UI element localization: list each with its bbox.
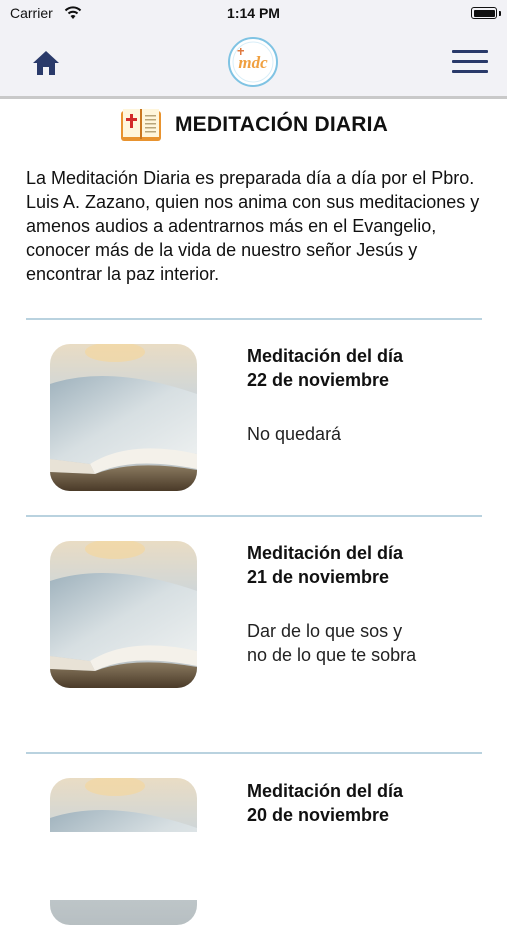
meditation-date: 20 de noviembre — [247, 805, 390, 825]
battery-icon — [471, 7, 497, 19]
bible-icon — [120, 109, 161, 141]
bottom-area — [0, 832, 507, 900]
meditation-title[interactable]: Meditación del día 21 de noviembre — [247, 541, 482, 589]
page-header: MEDITACIÓN DIARIA — [0, 102, 507, 148]
app-logo[interactable]: mdc — [227, 36, 279, 88]
intro-text: La Meditación Diaria es preparada día a … — [26, 168, 480, 284]
logo-text: mdc — [238, 53, 268, 72]
meditation-date: 22 de noviembre — [247, 370, 390, 390]
battery-tip — [499, 11, 501, 16]
meditation-date: 21 de noviembre — [247, 567, 390, 587]
meditation-title[interactable]: Meditación del día 22 de noviembre — [247, 344, 482, 392]
page-title: MEDITACIÓN DIARIA — [174, 113, 388, 136]
meditation-title-line1: Meditación del día — [247, 543, 404, 563]
divider — [26, 752, 482, 754]
meditation-thumbnail[interactable] — [50, 344, 197, 491]
meditation-title-line1: Meditación del día — [247, 781, 404, 801]
menu-icon[interactable] — [452, 50, 488, 76]
nav-bar: mdc — [0, 28, 507, 99]
meditation-title[interactable]: Meditación del día 20 de noviembre — [247, 779, 482, 827]
meditation-subtitle: Dar de lo que sos y no de lo que te sobr… — [247, 621, 417, 665]
divider — [26, 318, 482, 320]
meditation-thumbnail[interactable] — [50, 541, 197, 688]
status-bar: Carrier 1:14 PM — [0, 0, 507, 28]
home-icon[interactable] — [30, 48, 62, 78]
divider — [26, 515, 482, 517]
meditation-subtitle: No quedará — [247, 424, 342, 444]
meditation-title-line1: Meditación del día — [247, 346, 404, 366]
clock: 1:14 PM — [227, 5, 280, 21]
